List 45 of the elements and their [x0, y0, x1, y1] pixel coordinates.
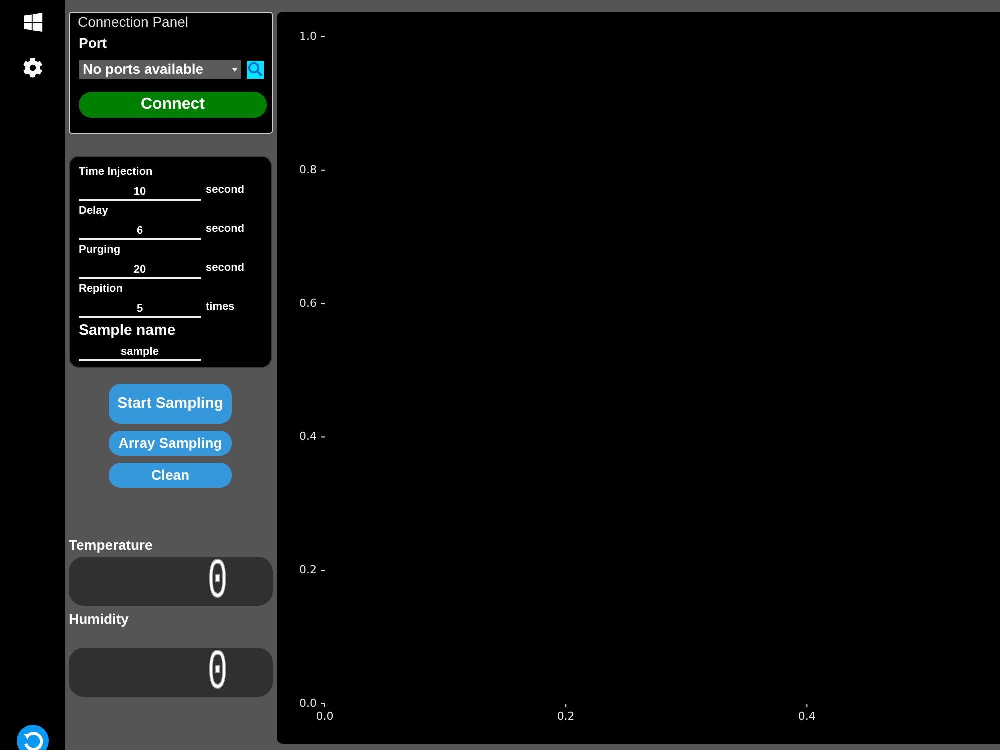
input-field[interactable]: 20 — [79, 257, 201, 279]
y-axis-tick — [320, 436, 326, 438]
search-button[interactable] — [247, 60, 264, 78]
x-axis-tick — [566, 704, 567, 708]
unit-label: second — [206, 223, 245, 236]
x-tick-label: 0.0 — [316, 710, 334, 724]
y-axis-tick — [320, 36, 326, 38]
display-value: 0 — [208, 650, 228, 694]
port-label: Port — [79, 35, 107, 51]
y-axis-tick — [320, 570, 326, 572]
caret-icon — [232, 68, 238, 72]
connect-button[interactable]: Connect — [79, 92, 267, 118]
field-label: Repition — [79, 283, 123, 296]
unit-label: second — [206, 262, 245, 275]
y-tick-label: 1.0 — [300, 30, 317, 44]
field-label: Purging — [79, 244, 121, 257]
readout-label: Humidity — [69, 611, 129, 627]
search-icon — [248, 62, 263, 77]
y-tick-label: 0.0 — [300, 697, 317, 710]
input-field[interactable]: 6 — [79, 218, 201, 240]
input-field[interactable]: 10 — [79, 179, 201, 201]
unit-label: times — [206, 301, 235, 314]
unit-label: second — [206, 184, 245, 197]
display-value: 0 — [208, 560, 228, 604]
y-tick-label: 0.8 — [300, 163, 317, 176]
settings-icon[interactable] — [22, 58, 42, 78]
panel-title: Connection Panel — [78, 14, 189, 30]
refresh-icon[interactable] — [16, 725, 48, 750]
x-tick-label: 0.2 — [557, 710, 575, 724]
window-grid-icon[interactable] — [24, 13, 42, 32]
y-tick-label: 0.6 — [300, 296, 317, 310]
input-field[interactable]: 5 — [79, 296, 201, 318]
sample-name-label: Sample name — [79, 322, 176, 340]
port-dropdown[interactable]: No ports available — [79, 60, 241, 79]
y-axis-tick — [320, 303, 326, 304]
y-tick-label: 0.2 — [300, 564, 317, 577]
readout-label: Temperature — [69, 537, 153, 553]
field-label: Delay — [79, 205, 108, 218]
input-field[interactable]: sample — [79, 340, 201, 361]
x-axis-tick — [324, 704, 326, 708]
x-tick-label: 0.4 — [798, 710, 816, 724]
y-tick-label: 0.4 — [300, 430, 317, 444]
y-axis-tick — [320, 170, 326, 171]
field-label: Time Injection — [79, 166, 153, 179]
x-axis-tick — [806, 704, 808, 708]
